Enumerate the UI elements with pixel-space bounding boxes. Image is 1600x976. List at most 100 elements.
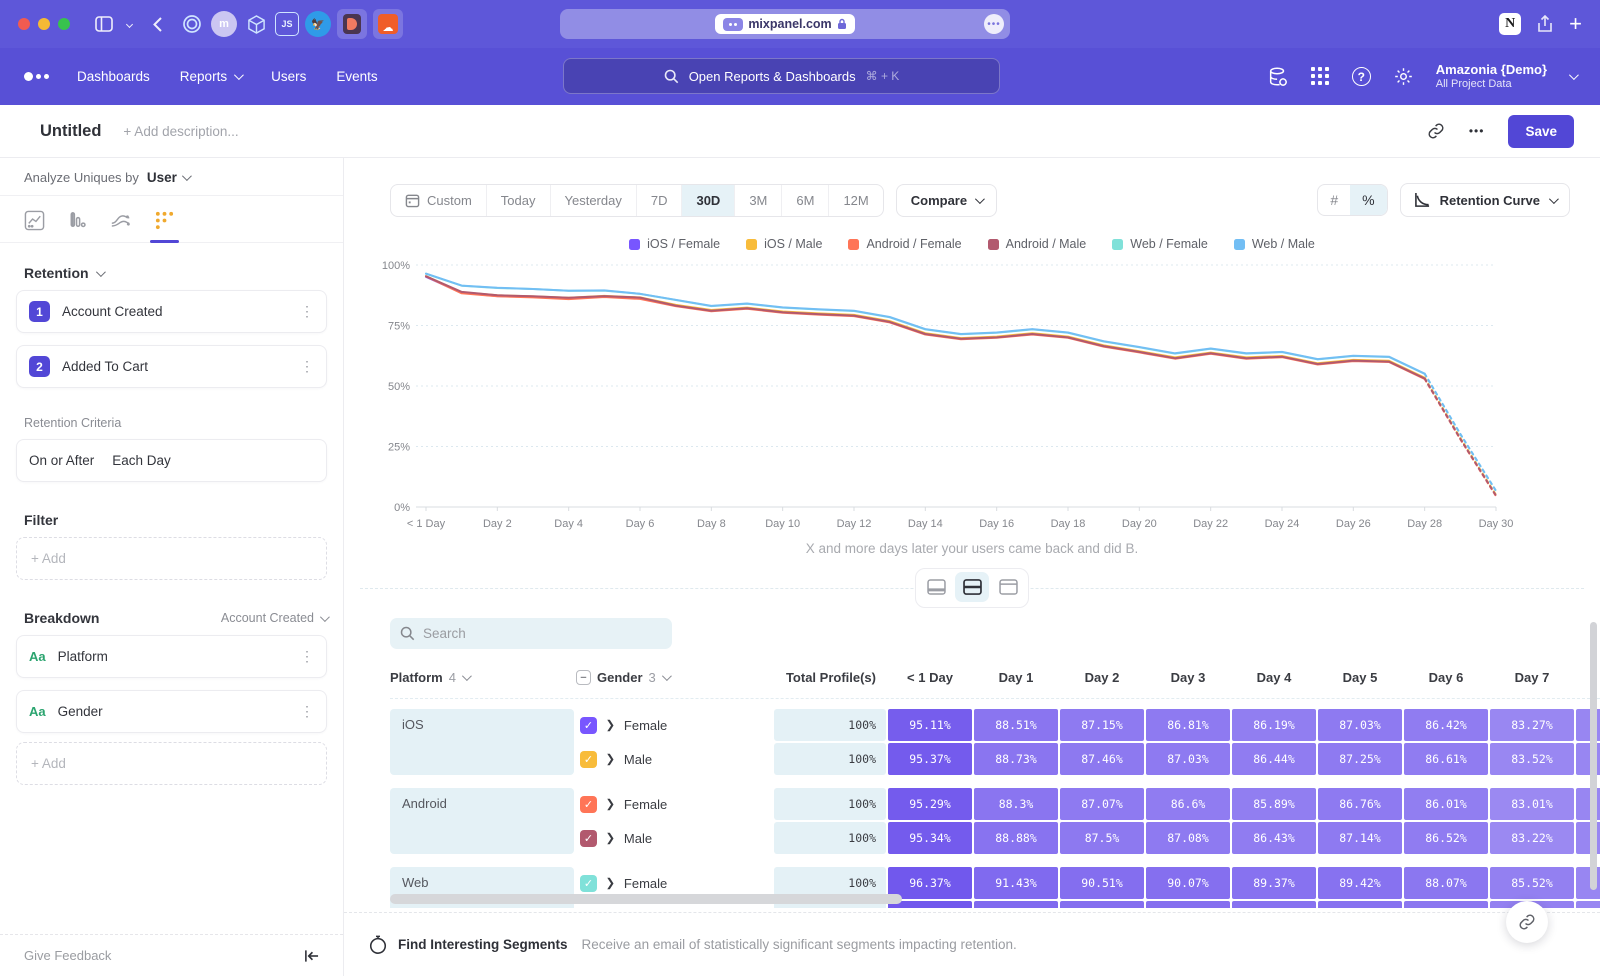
retention-value-cell[interactable]: 83.01% bbox=[1490, 788, 1574, 820]
avatar-extension-icon[interactable]: m bbox=[211, 11, 237, 37]
expand-row-icon[interactable]: ❯ bbox=[606, 876, 616, 890]
breakdown-options-icon[interactable]: ⋮ bbox=[300, 648, 314, 665]
retention-step-2[interactable]: 2 Added To Cart ⋮ bbox=[16, 345, 327, 388]
layout-table-only-button[interactable] bbox=[991, 572, 1025, 602]
retention-value-cell[interactable] bbox=[1576, 901, 1600, 908]
back-icon[interactable] bbox=[153, 17, 162, 32]
legend-item[interactable]: iOS / Female bbox=[629, 237, 720, 251]
day-column-header[interactable]: Day 7 bbox=[1490, 670, 1574, 685]
range-6m[interactable]: 6M bbox=[782, 185, 829, 216]
collapse-sidebar-icon[interactable] bbox=[304, 949, 319, 963]
retention-value-cell[interactable]: 86.19% bbox=[1232, 709, 1316, 741]
retention-value-cell[interactable]: 95.34% bbox=[888, 822, 972, 854]
legend-item[interactable]: Android / Male bbox=[988, 237, 1087, 251]
day-column-header[interactable]: < 1 Day bbox=[888, 670, 972, 685]
sidebar-toggle-icon[interactable] bbox=[95, 16, 113, 32]
retention-value-cell[interactable]: 86.6% bbox=[1146, 788, 1230, 820]
retention-value-cell[interactable]: 86.01% bbox=[1404, 788, 1488, 820]
retention-value-cell[interactable]: 89.4% bbox=[1318, 901, 1402, 908]
legend-item[interactable]: Web / Male bbox=[1234, 237, 1315, 251]
retention-section-label[interactable]: Retention bbox=[24, 265, 89, 281]
nav-link-events[interactable]: Events bbox=[336, 69, 377, 84]
window-controls[interactable] bbox=[18, 18, 70, 30]
retention-value-cell[interactable]: 87.08% bbox=[1146, 822, 1230, 854]
layout-chart-only-button[interactable] bbox=[919, 572, 953, 602]
tab-insights[interactable] bbox=[24, 210, 45, 242]
range-12m[interactable]: 12M bbox=[829, 185, 882, 216]
retention-value-cell[interactable]: 88.07% bbox=[1404, 867, 1488, 899]
day-column-header[interactable]: Day 5 bbox=[1318, 670, 1402, 685]
range-today[interactable]: Today bbox=[487, 185, 551, 216]
analyze-value[interactable]: User bbox=[147, 170, 177, 185]
tab-funnels[interactable] bbox=[67, 210, 88, 242]
add-filter-button[interactable]: + Add bbox=[16, 537, 327, 580]
chevron-down-icon[interactable] bbox=[127, 22, 132, 27]
series-checkbox[interactable]: ✓ bbox=[580, 796, 597, 813]
retention-value-cell[interactable]: 88.0% bbox=[1404, 901, 1488, 908]
help-icon[interactable]: ? bbox=[1352, 67, 1371, 86]
nav-link-users[interactable]: Users bbox=[271, 69, 306, 84]
day-column-header[interactable]: Day 3 bbox=[1146, 670, 1230, 685]
legend-item[interactable]: iOS / Male bbox=[746, 237, 822, 251]
retention-value-cell[interactable]: 87.25% bbox=[1318, 743, 1402, 775]
table-search-input[interactable]: Search bbox=[390, 618, 672, 649]
retention-value-cell[interactable]: 90.5% bbox=[1060, 901, 1144, 908]
percent-toggle[interactable]: % bbox=[1350, 185, 1386, 215]
share-icon[interactable] bbox=[1537, 15, 1553, 33]
close-window-button[interactable] bbox=[18, 18, 30, 30]
criteria-interval[interactable]: Each Day bbox=[112, 453, 171, 468]
save-button[interactable]: Save bbox=[1508, 115, 1574, 148]
retention-value-cell[interactable]: 85.52% bbox=[1490, 867, 1574, 899]
retention-value-cell[interactable]: 85.89% bbox=[1232, 788, 1316, 820]
data-management-icon[interactable] bbox=[1267, 66, 1289, 88]
retention-value-cell[interactable]: 95.37% bbox=[888, 743, 972, 775]
retention-value-cell[interactable]: 88.51% bbox=[974, 709, 1058, 741]
retention-value-cell[interactable]: 90.0% bbox=[1146, 901, 1230, 908]
retention-value-cell[interactable]: 96.37% bbox=[888, 867, 972, 899]
retention-value-cell[interactable]: 87.15% bbox=[1060, 709, 1144, 741]
retention-value-cell[interactable]: 87.46% bbox=[1060, 743, 1144, 775]
vertical-scrollbar[interactable] bbox=[1590, 622, 1597, 890]
expand-row-icon[interactable]: ❯ bbox=[606, 831, 616, 845]
new-tab-icon[interactable]: + bbox=[1569, 11, 1582, 37]
retention-value-cell[interactable]: 88.73% bbox=[974, 743, 1058, 775]
range-yesterday[interactable]: Yesterday bbox=[551, 185, 637, 216]
retention-chart[interactable]: 100%75%50%25%0%< 1 DayDay 2Day 4Day 6Day… bbox=[368, 257, 1518, 535]
retention-value-cell[interactable]: 86.43% bbox=[1232, 822, 1316, 854]
report-title[interactable]: Untitled bbox=[40, 122, 101, 141]
criteria-mode[interactable]: On or After bbox=[29, 453, 94, 468]
maximize-window-button[interactable] bbox=[58, 18, 70, 30]
chart-type-dropdown[interactable]: Retention Curve bbox=[1400, 183, 1570, 217]
retention-value-cell[interactable]: 90.51% bbox=[1060, 867, 1144, 899]
retention-value-cell[interactable]: 86.42% bbox=[1404, 709, 1488, 741]
share-link-fab[interactable] bbox=[1506, 901, 1548, 943]
step-options-icon[interactable]: ⋮ bbox=[300, 303, 314, 320]
compare-button[interactable]: Compare bbox=[896, 184, 997, 217]
series-checkbox[interactable]: ✓ bbox=[580, 751, 597, 768]
address-more-icon[interactable]: ••• bbox=[984, 14, 1004, 34]
step-options-icon[interactable]: ⋮ bbox=[300, 358, 314, 375]
expand-row-icon[interactable]: ❯ bbox=[606, 718, 616, 732]
retention-value-cell[interactable]: 83.27% bbox=[1490, 709, 1574, 741]
retention-value-cell[interactable]: 83.52% bbox=[1490, 743, 1574, 775]
retention-value-cell[interactable]: 88.3% bbox=[974, 788, 1058, 820]
browser-bird-extension-icon[interactable]: 🦅 bbox=[305, 11, 331, 37]
retention-value-cell[interactable]: 86.81% bbox=[1146, 709, 1230, 741]
expand-row-icon[interactable]: ❯ bbox=[606, 752, 616, 766]
absolute-number-toggle[interactable]: # bbox=[1318, 185, 1350, 215]
retention-value-cell[interactable]: 89.37% bbox=[1232, 867, 1316, 899]
retention-value-cell[interactable]: 86.52% bbox=[1404, 822, 1488, 854]
range-30d[interactable]: 30D bbox=[682, 185, 735, 216]
retention-value-cell[interactable]: 95.29% bbox=[888, 788, 972, 820]
range-7d[interactable]: 7D bbox=[637, 185, 683, 216]
cube-extension-icon[interactable] bbox=[243, 11, 269, 37]
series-checkbox[interactable]: ✓ bbox=[580, 875, 597, 892]
js-extension-icon[interactable]: JS bbox=[275, 12, 299, 36]
find-segments-title[interactable]: Find Interesting Segments bbox=[398, 937, 568, 952]
day-column-header[interactable]: Day 6 bbox=[1404, 670, 1488, 685]
notion-icon[interactable]: N bbox=[1499, 13, 1521, 35]
retention-value-cell[interactable]: 86.76% bbox=[1318, 788, 1402, 820]
more-options-button[interactable]: ••• bbox=[1469, 124, 1485, 138]
breakdown-platform[interactable]: Aa Platform ⋮ bbox=[16, 635, 327, 678]
breakdown-scope-selector[interactable]: Account Created bbox=[221, 611, 327, 625]
